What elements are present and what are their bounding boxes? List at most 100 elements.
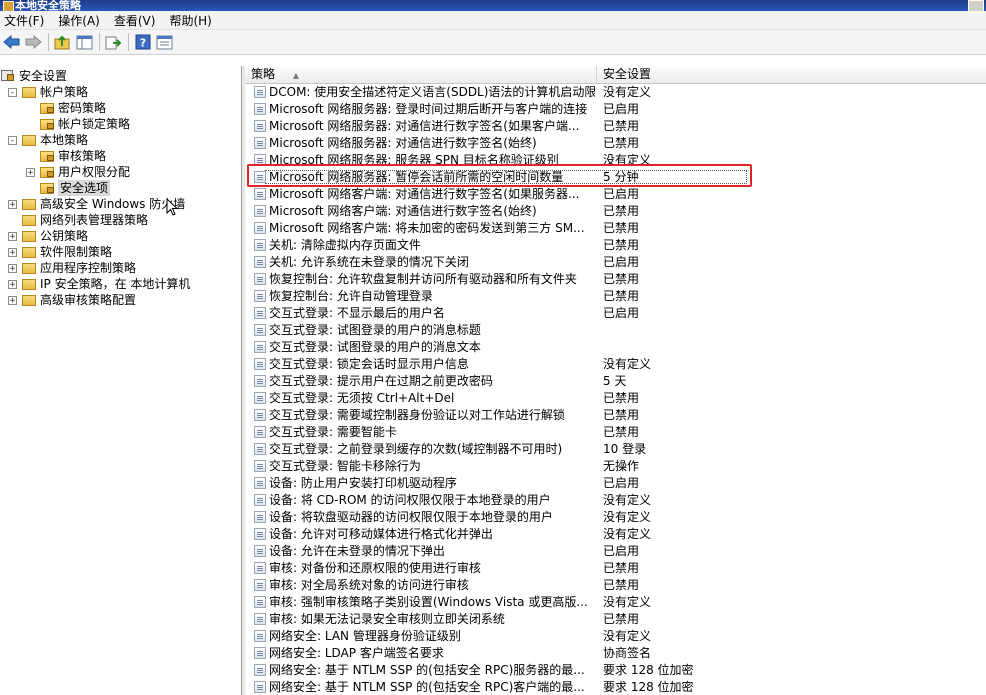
policy-name: 交互式登录: 锁定会话时显示用户信息 [269,357,469,371]
policy-row[interactable]: 交互式登录: 试图登录的用户的消息标题 [245,322,986,339]
policy-row[interactable]: 设备: 将 CD-ROM 的访问权限仅限于本地登录的用户 没有定义 [245,492,986,509]
column-header-policy[interactable]: 策略 ▲ [245,66,597,83]
policy-setting: 要求 128 位加密 [603,680,694,694]
policy-item-icon [254,307,266,319]
policy-row[interactable]: 交互式登录: 智能卡移除行为 无操作 [245,458,986,475]
menu-help[interactable]: 帮助(H) [169,12,211,29]
policy-row[interactable]: 恢复控制台: 允许软盘复制并访问所有驱动器和所有文件夹 已禁用 [245,271,986,288]
policy-row[interactable]: DCOM: 使用安全描述符定义语言(SDDL)语法的计算机启动限制 没有定义 [245,84,986,101]
up-folder-icon[interactable] [53,33,72,52]
policy-row[interactable]: 交互式登录: 需要智能卡 已禁用 [245,424,986,441]
policy-row[interactable]: 审核: 对全局系统对象的访问进行审核 已禁用 [245,577,986,594]
policy-row[interactable]: 交互式登录: 需要域控制器身份验证以对工作站进行解锁 已禁用 [245,407,986,424]
highlight-annotation [247,164,752,187]
policy-setting: 10 登录 [603,442,647,456]
policy-row[interactable]: 交互式登录: 锁定会话时显示用户信息 没有定义 [245,356,986,373]
folder-icon [21,261,37,275]
tree-item[interactable]: 密码策略 [26,100,106,116]
policy-row[interactable]: 审核: 强制审核策略子类别设置(Windows Vista 或更高版... 没有定… [245,594,986,611]
expand-icon[interactable]: + [8,199,17,209]
expand-icon[interactable]: + [8,247,17,257]
properties-icon[interactable] [155,33,174,52]
policy-setting: 已启用 [603,306,640,320]
policy-row[interactable]: Microsoft 网络客户端: 将未加密的密码发送到第三方 SM... 已禁用 [245,220,986,237]
column-header-setting[interactable]: 安全设置 [597,66,986,83]
collapse-icon[interactable]: - [8,135,17,145]
tree-item[interactable]: + 高级安全 Windows 防火墙 [8,196,185,212]
policy-row[interactable]: 设备: 允许对可移动媒体进行格式化并弹出 没有定义 [245,526,986,543]
menu-view[interactable]: 查看(V) [114,12,156,29]
tree-item[interactable]: + 软件限制策略 [8,244,112,260]
expand-icon[interactable]: + [8,263,17,273]
policy-row[interactable]: 网络安全: 基于 NTLM SSP 的(包括安全 RPC)客户端的最... 要求 … [245,679,986,695]
forward-icon[interactable] [24,33,43,52]
policy-row[interactable]: 交互式登录: 提示用户在过期之前更改密码 5 天 [245,373,986,390]
tree-item[interactable]: 审核策略 [26,148,106,164]
tree-item-label: 公钥策略 [40,229,89,243]
policy-row[interactable]: 网络安全: LDAP 客户端签名要求 协商签名 [245,645,986,662]
policy-name: DCOM: 使用安全描述符定义语言(SDDL)语法的计算机启动限制 [269,85,595,99]
locked-folder-icon [39,165,55,179]
tree-item-label: 安全设置 [19,69,68,83]
tree-item[interactable]: + IP 安全策略，在 本地计算机 [8,276,190,292]
menu-action[interactable]: 操作(A) [58,12,100,29]
policy-item-icon [254,188,266,200]
expand-icon[interactable]: + [8,279,17,289]
tree-item[interactable]: + 应用程序控制策略 [8,260,136,276]
back-icon[interactable] [2,33,21,52]
policy-row[interactable]: Microsoft 网络服务器: 对通信进行数字签名(如果客户端... 已禁用 [245,118,986,135]
tree-item-label: 网络列表管理器策略 [40,213,149,227]
tree-item-label: 安全选项 [58,180,111,196]
tree-item[interactable]: - 本地策略 [8,132,88,148]
policy-row[interactable]: 设备: 允许在未登录的情况下弹出 已启用 [245,543,986,560]
tree-item[interactable]: 帐户锁定策略 [26,116,130,132]
policy-setting: 没有定义 [603,493,652,507]
help-icon[interactable]: ? [133,33,152,52]
policy-item-icon [254,222,266,234]
export-list-icon[interactable] [104,33,123,52]
policy-row[interactable]: 设备: 防止用户安装打印机驱动程序 已启用 [245,475,986,492]
policy-row[interactable]: 网络安全: LAN 管理器身份验证级别 没有定义 [245,628,986,645]
policy-item-icon [254,528,266,540]
window-control-button[interactable] [968,0,984,11]
policy-row[interactable]: 设备: 将软盘驱动器的访问权限仅限于本地登录的用户 没有定义 [245,509,986,526]
policy-setting: 没有定义 [603,510,652,524]
expand-icon[interactable]: + [8,231,17,241]
tree-item-label: 软件限制策略 [40,245,113,259]
policy-row[interactable]: 交互式登录: 无须按 Ctrl+Alt+Del 已禁用 [245,390,986,407]
expand-icon[interactable]: + [26,167,35,177]
policy-row[interactable]: 交互式登录: 不显示最后的用户名 已启用 [245,305,986,322]
tree-item[interactable]: - 帐户策略 [8,84,88,100]
window-title: 本地安全策略 [15,0,81,11]
policy-list-pane: 策略 ▲ 安全设置 DCOM: 使用安全描述符定义语言(SDDL)语法的计算机启… [245,66,986,695]
policy-row[interactable]: 审核: 对备份和还原权限的使用进行审核 已禁用 [245,560,986,577]
column-policy-label: 策略 [251,67,276,81]
tree-item[interactable]: + 高级审核策略配置 [8,292,136,308]
policy-row[interactable]: 审核: 如果无法记录安全审核则立即关闭系统 已禁用 [245,611,986,628]
policy-row[interactable]: 恢复控制台: 允许自动管理登录 已禁用 [245,288,986,305]
show-tree-icon[interactable] [75,33,94,52]
policy-row[interactable]: Microsoft 网络客户端: 对通信进行数字签名(如果服务器... 已启用 [245,186,986,203]
policy-row[interactable]: 关机: 允许系统在未登录的情况下关闭 已启用 [245,254,986,271]
folder-icon [21,133,37,147]
policy-row[interactable]: 交互式登录: 之前登录到缓存的次数(域控制器不可用时) 10 登录 [245,441,986,458]
policy-row[interactable]: 交互式登录: 试图登录的用户的消息文本 [245,339,986,356]
policy-setting: 已启用 [603,187,640,201]
tree-item[interactable]: + 公钥策略 [8,228,88,244]
folder-icon [21,293,37,307]
policy-row[interactable]: 关机: 清除虚拟内存页面文件 已禁用 [245,237,986,254]
collapse-icon[interactable]: - [8,87,17,97]
tree-item[interactable]: 安全选项 [26,180,111,196]
tree-item[interactable]: 安全设置 [0,68,67,84]
policy-name: 审核: 如果无法记录安全审核则立即关闭系统 [269,612,505,626]
policy-row[interactable]: Microsoft 网络客户端: 对通信进行数字签名(始终) 已禁用 [245,203,986,220]
policy-row[interactable]: Microsoft 网络服务器: 登录时间过期后断开与客户端的连接 已启用 [245,101,986,118]
policy-row[interactable]: Microsoft 网络服务器: 对通信进行数字签名(始终) 已禁用 [245,135,986,152]
window-title-bar: 本地安全策略 [0,0,986,11]
menu-file[interactable]: 文件(F) [4,12,44,29]
tree-item[interactable]: 网络列表管理器策略 [8,212,148,228]
policy-row[interactable]: 网络安全: 基于 NTLM SSP 的(包括安全 RPC)服务器的最... 要求 … [245,662,986,679]
tree-item[interactable]: + 用户权限分配 [26,164,130,180]
expand-icon[interactable]: + [8,295,17,305]
policy-name: 设备: 允许在未登录的情况下弹出 [269,544,445,558]
